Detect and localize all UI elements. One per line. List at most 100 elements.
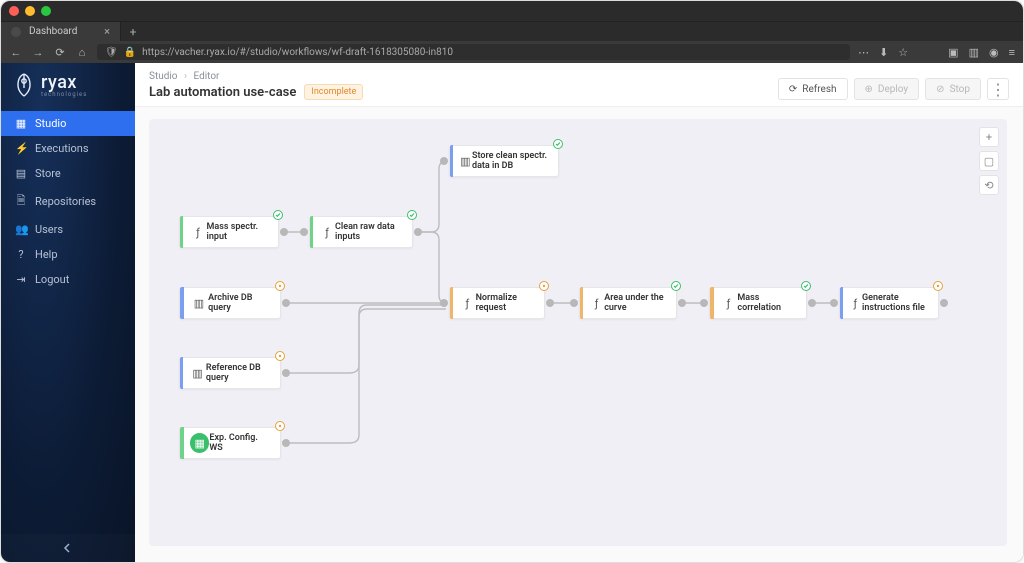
fit-view-button[interactable]: ▢ bbox=[979, 151, 999, 171]
sidebar-collapse-button[interactable] bbox=[1, 534, 135, 562]
port-out[interactable] bbox=[414, 228, 422, 236]
toolbar-more-icon[interactable]: ⋯ bbox=[858, 46, 869, 59]
sidebar-item-label: Repositories bbox=[35, 195, 96, 208]
node-label: Normalize request bbox=[476, 293, 536, 314]
node-exp-config-ws[interactable]: ▦ Exp. Config. WS bbox=[179, 427, 281, 459]
node-generate-instructions[interactable]: ƒ Generate instructions file bbox=[839, 287, 939, 319]
toolbar-menu-icon[interactable]: ≡ bbox=[1009, 46, 1015, 59]
port-out[interactable] bbox=[940, 299, 948, 307]
logo-icon bbox=[13, 72, 35, 98]
function-icon: ƒ bbox=[459, 293, 475, 313]
port-out[interactable] bbox=[678, 299, 686, 307]
port-in[interactable] bbox=[570, 299, 578, 307]
status-ok-icon bbox=[801, 281, 811, 291]
workflow-edges bbox=[149, 119, 1007, 546]
node-label: Mass spectr. input bbox=[207, 222, 271, 243]
nav-back-icon[interactable]: ← bbox=[9, 46, 23, 59]
port-out[interactable] bbox=[546, 299, 554, 307]
window-close-dot[interactable] bbox=[9, 6, 19, 16]
database-icon: ▥ bbox=[189, 363, 206, 383]
port-in[interactable] bbox=[440, 299, 448, 307]
node-reference-db-query[interactable]: ▥ Reference DB query bbox=[179, 357, 281, 389]
node-store-clean-db[interactable]: ▥ Store clean spectr. data in DB bbox=[449, 145, 559, 177]
port-out[interactable] bbox=[280, 228, 288, 236]
node-area-under-curve[interactable]: ƒ Area under the curve bbox=[579, 287, 677, 319]
bolt-icon: ⚡ bbox=[15, 142, 27, 155]
store-icon: ▤ bbox=[15, 167, 27, 180]
titlebar bbox=[1, 1, 1023, 21]
status-warn-icon bbox=[933, 281, 943, 291]
tab-favicon bbox=[11, 27, 21, 37]
nav-forward-icon[interactable]: → bbox=[31, 46, 45, 59]
toolbar-download-icon[interactable]: ⬇ bbox=[879, 46, 888, 59]
history-button[interactable]: ⟲ bbox=[979, 175, 999, 195]
toolbar-bookmark-icon[interactable]: ☆ bbox=[898, 46, 908, 59]
nav-reload-icon[interactable]: ⟳ bbox=[53, 46, 67, 59]
node-label: Reference DB query bbox=[206, 363, 272, 384]
port-in[interactable] bbox=[440, 157, 448, 165]
port-out[interactable] bbox=[808, 299, 816, 307]
node-archive-db-query[interactable]: ▥ Archive DB query bbox=[179, 287, 281, 319]
workflow-canvas[interactable]: ƒ Mass spectr. input ƒ Clean raw data in… bbox=[149, 119, 1007, 546]
status-warn-icon bbox=[275, 351, 285, 361]
node-normalize-request[interactable]: ƒ Normalize request bbox=[449, 287, 545, 319]
node-label: Area under the curve bbox=[604, 293, 668, 314]
stop-button[interactable]: ⊘Stop bbox=[925, 78, 981, 100]
crumb-studio[interactable]: Studio bbox=[149, 71, 178, 82]
logo-text: ryax bbox=[41, 72, 87, 93]
port-in[interactable] bbox=[830, 299, 838, 307]
sidebar-item-logout[interactable]: ⇥ Logout bbox=[1, 267, 135, 292]
database-icon: ▥ bbox=[459, 151, 472, 171]
node-label: Mass correlation bbox=[737, 293, 798, 314]
tab-close-icon[interactable]: × bbox=[104, 25, 110, 38]
browser-tab[interactable]: Dashboard × bbox=[1, 22, 121, 41]
brand-logo[interactable]: ryax technologies bbox=[1, 63, 135, 107]
sidebar-item-studio[interactable]: ▦ Studio bbox=[1, 111, 135, 136]
node-mass-correlation[interactable]: ƒ Mass correlation bbox=[709, 287, 807, 319]
port-out[interactable] bbox=[282, 369, 290, 377]
node-label: Exp. Config. WS bbox=[209, 433, 272, 454]
deploy-button[interactable]: ⊕Deploy bbox=[854, 78, 920, 100]
sidebar-item-repositories[interactable]: 🗎 Repositories bbox=[1, 186, 135, 217]
toolbar-account-icon[interactable]: ◉ bbox=[989, 46, 999, 59]
node-label: Archive DB query bbox=[208, 293, 272, 314]
port-in[interactable] bbox=[700, 299, 708, 307]
toolbar-library-icon[interactable]: ▥ bbox=[969, 46, 979, 59]
tab-title: Dashboard bbox=[29, 26, 77, 37]
nav-home-icon[interactable]: ⌂ bbox=[75, 46, 89, 59]
logout-icon: ⇥ bbox=[15, 273, 27, 286]
window-max-dot[interactable] bbox=[41, 6, 51, 16]
status-ok-icon bbox=[671, 281, 681, 291]
url-bar[interactable]: 🛡 🔒 https://vacher.ryax.io/#/studio/work… bbox=[97, 44, 850, 60]
sidebar-item-help[interactable]: ? Help bbox=[1, 242, 135, 267]
refresh-button[interactable]: ⟳Refresh bbox=[778, 78, 848, 100]
stop-icon: ⊘ bbox=[936, 84, 944, 95]
sidebar-item-executions[interactable]: ⚡ Executions bbox=[1, 136, 135, 161]
status-warn-icon bbox=[539, 281, 549, 291]
toolbar-pocket-icon[interactable]: ▣ bbox=[948, 46, 958, 59]
node-label: Clean raw data inputs bbox=[335, 222, 404, 243]
deploy-icon: ⊕ bbox=[865, 84, 873, 95]
window-min-dot[interactable] bbox=[25, 6, 35, 16]
port-in[interactable] bbox=[300, 228, 308, 236]
sidebar-nav: ▦ Studio ⚡ Executions ▤ Store 🗎 Reposito… bbox=[1, 111, 135, 292]
port-out[interactable] bbox=[282, 299, 290, 307]
crumb-editor[interactable]: Editor bbox=[193, 71, 219, 82]
node-clean-raw-data[interactable]: ƒ Clean raw data inputs bbox=[309, 216, 413, 248]
sidebar: ryax technologies ▦ Studio ⚡ Executions … bbox=[1, 63, 135, 562]
port-out[interactable] bbox=[282, 439, 290, 447]
canvas-tools: + ▢ ⟲ bbox=[979, 127, 999, 195]
node-label: Store clean spectr. data in DB bbox=[472, 151, 550, 172]
sidebar-item-store[interactable]: ▤ Store bbox=[1, 161, 135, 186]
new-tab-button[interactable]: + bbox=[121, 22, 145, 41]
sidebar-item-users[interactable]: 👥 Users bbox=[1, 217, 135, 242]
sidebar-item-label: Help bbox=[35, 248, 58, 261]
main-area: Studio › Editor Lab automation use-case … bbox=[135, 63, 1023, 562]
more-actions-button[interactable]: ⋮ bbox=[987, 78, 1009, 100]
node-mass-spectr-input[interactable]: ƒ Mass spectr. input bbox=[179, 216, 279, 248]
logo-subtext: technologies bbox=[41, 91, 87, 98]
zoom-in-button[interactable]: + bbox=[979, 127, 999, 147]
function-icon: ƒ bbox=[589, 293, 604, 313]
worksheet-icon: ▦ bbox=[190, 433, 210, 453]
browser-toolbar: ← → ⟳ ⌂ 🛡 🔒 https://vacher.ryax.io/#/stu… bbox=[1, 41, 1023, 63]
